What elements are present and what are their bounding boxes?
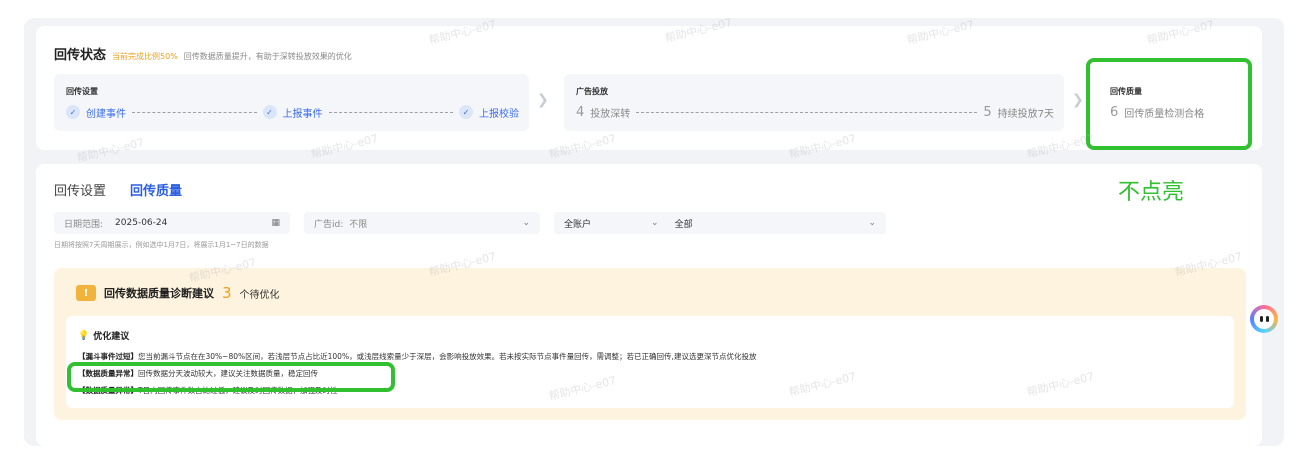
chevron-down-icon: ⌄ (522, 218, 530, 228)
tab-return-setup[interactable]: 回传设置 (54, 180, 106, 199)
chevron-down-icon: ⌄ (868, 218, 876, 228)
highlight-box (67, 362, 395, 392)
bot-eye (1265, 316, 1269, 322)
step-label: 持续投放7天 (997, 108, 1054, 120)
event-create[interactable]: 创建事件 (86, 105, 126, 120)
return-status-card: 回传状态 当前完成比例50% 回传数据质量提升，有助于深转投放效果的优化 回传设… (36, 26, 1262, 150)
suggestion-tag: 【漏斗事件过短】 (78, 352, 138, 361)
lightbulb-icon: 💡 (78, 330, 90, 341)
assistant-bot-icon[interactable] (1250, 305, 1278, 333)
suggestions-title: 优化建议 (93, 332, 130, 342)
status-title: 回传状态 (54, 48, 107, 63)
date-range-picker[interactable]: 日期范围: 2025-06-24 ▦ (54, 212, 290, 234)
status-header: 回传状态 当前完成比例50% 回传数据质量提升，有助于深转投放效果的优化 (54, 44, 352, 63)
date-value: 2025-06-24 (115, 218, 168, 228)
filter-bar: 日期范围: 2025-06-24 ▦ 广告id: 不限 ⌄ 全账户 ⌄ 全部 ⌄ (54, 212, 886, 234)
warning-icon: ! (76, 285, 96, 301)
suggestions-header: 💡 优化建议 (78, 329, 130, 343)
step-events-row: ✓ 创建事件 ✓ 上报事件 ✓ 上报校验 (66, 104, 519, 120)
pending-count: 3 (222, 284, 232, 302)
highlight-box (1086, 58, 1252, 150)
ad-id-label: 广告id: (314, 219, 344, 230)
step-label: 投放深转 (590, 108, 631, 120)
date-label: 日期范围: (64, 219, 104, 230)
bot-face (1254, 309, 1274, 329)
step-return-setup: 回传设置 ✓ 创建事件 ✓ 上报事件 ✓ 上报校验 (54, 74, 529, 131)
chevron-down-icon: ⌄ (651, 218, 659, 228)
step-number: 5 (983, 104, 992, 120)
diagnosis-panel: ! 回传数据质量诊断建议 3 个待优化 💡 优化建议 【漏斗事件过短】您当前漏斗… (54, 268, 1246, 420)
check-icon: ✓ (459, 105, 473, 119)
step-items-row: 4 投放深转 5 持续投放7天 (576, 104, 1054, 120)
return-quality-card: 回传设置 回传质量 不点亮 日期范围: 2025-06-24 ▦ 广告id: 不… (36, 164, 1262, 446)
step-ad-delivery: 广告投放 4 投放深转 5 持续投放7天 (564, 74, 1064, 131)
check-icon: ✓ (262, 105, 277, 119)
diagnosis-header: ! 回传数据质量诊断建议 3 个待优化 (76, 284, 280, 302)
bot-eye (1259, 316, 1263, 322)
chevron-right-icon: ❯ (1072, 92, 1084, 108)
dashed-connector (132, 111, 257, 113)
pending-label: 个待优化 (239, 289, 280, 301)
account-value: 全账户 (564, 219, 592, 230)
dashed-connector (328, 111, 453, 113)
chevron-right-icon: ❯ (537, 92, 549, 108)
status-description: 回传数据质量提升，有助于深转投放效果的优化 (183, 52, 352, 61)
date-hint: 日期将按照7天周期展示，例如选中1月7日，将展示1月1~7日的数据 (54, 241, 269, 249)
dashed-connector (636, 111, 978, 113)
ad-id-value: 不限 (349, 219, 368, 230)
page-container: 回传状态 当前完成比例50% 回传数据质量提升，有助于深转投放效果的优化 回传设… (24, 16, 1284, 446)
suggestion-item: 【漏斗事件过短】您当前漏斗节点在在30%~80%区间，若浅层节点占比近100%，… (78, 351, 756, 362)
check-icon: ✓ (66, 105, 80, 119)
scope-value: 全部 (674, 219, 693, 230)
tab-return-quality[interactable]: 回传质量 (130, 180, 182, 199)
tab-bar: 回传设置 回传质量 (54, 180, 182, 199)
account-select[interactable]: 全账户 ⌄ 全部 ⌄ (554, 212, 886, 234)
annotation-text: 不点亮 (1118, 180, 1185, 205)
completion-ratio: 当前完成比例50% (112, 52, 178, 61)
event-verify[interactable]: 上报校验 (479, 105, 519, 120)
step-title: 回传设置 (66, 87, 98, 96)
diagnosis-title: 回传数据质量诊断建议 (104, 287, 214, 300)
calendar-icon: ▦ (271, 218, 280, 228)
step-number: 4 (576, 104, 585, 120)
event-report[interactable]: 上报事件 (283, 105, 323, 120)
ad-id-select[interactable]: 广告id: 不限 ⌄ (304, 212, 540, 234)
step-title: 广告投放 (576, 87, 608, 96)
suggestion-text: 您当前漏斗节点在在30%~80%区间，若浅层节点占比近100%，或浅层线索量少于… (138, 352, 757, 361)
